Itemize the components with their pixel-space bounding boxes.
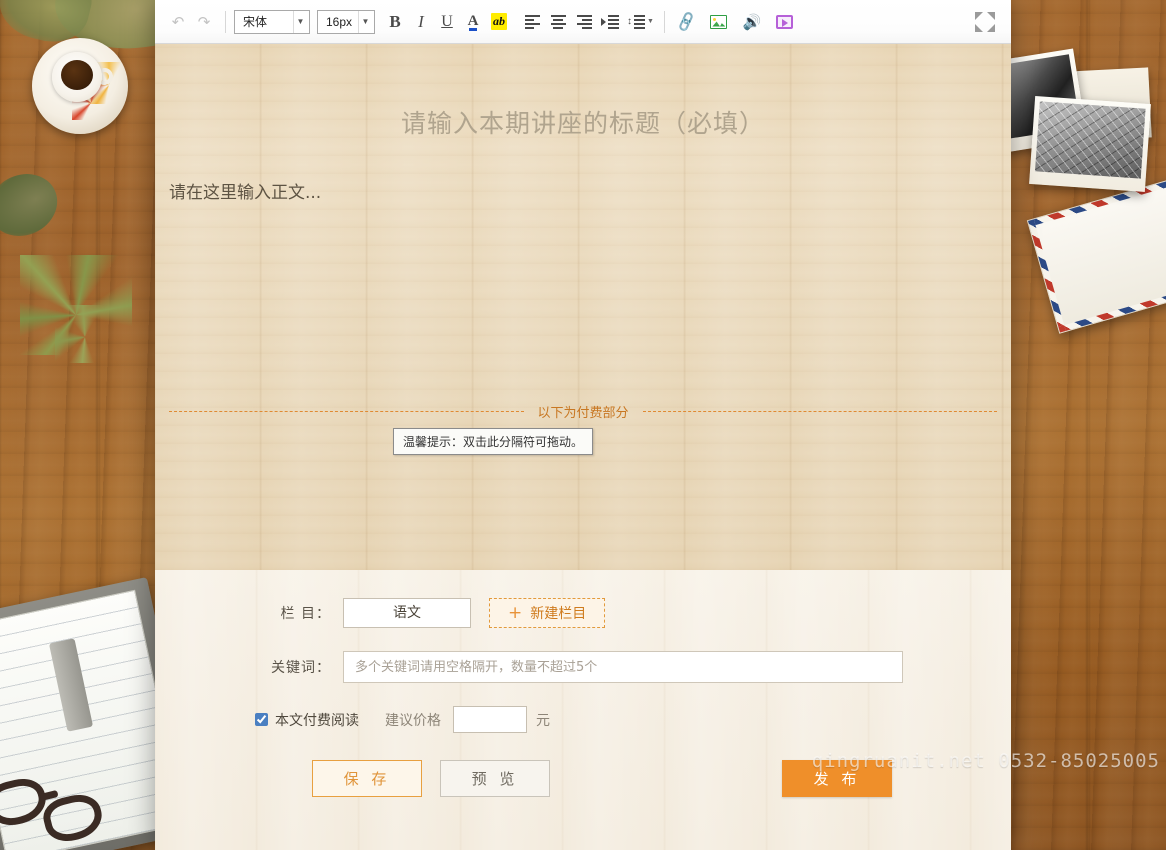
line-height-chevron-down-icon[interactable]: ▼ [647,18,656,25]
coffee-liquid-decoration [61,60,93,90]
maple-leaf-orange-decoration [88,62,130,104]
redo-icon[interactable]: ↷ [191,9,217,35]
align-center-icon [551,15,566,29]
bold-button[interactable]: B [382,9,408,35]
paid-reading-label[interactable]: 本文付费阅读 [275,710,359,730]
font-size-value: 16px [326,15,358,29]
align-right-icon [577,15,592,29]
chevron-down-icon: ▼ [358,11,372,33]
maple-leaf-decoration-small [55,305,115,363]
suggested-price-label: 建议价格 [385,710,441,730]
divider-tooltip: 温馨提示：双击此分隔符可拖动。 [393,428,593,455]
saucer-decoration [32,38,128,134]
toolbar-divider [664,11,665,33]
font-family-value: 宋体 [243,13,293,30]
save-button[interactable]: 保 存 [312,760,422,797]
paid-content-divider[interactable]: 以下为付费部分 [169,402,997,421]
column-row: 栏 目： 语文 + 新建栏目 [155,598,1011,628]
leaf-decoration-left [0,163,67,247]
desk-background: ↶ ↷ 宋体 ▼ 16px ▼ B I U A [0,0,1166,850]
divider-dash-right [643,411,998,412]
publish-button[interactable]: 发 布 [782,760,892,797]
highlight-button[interactable]: ab [486,9,512,35]
align-left-button[interactable] [519,9,545,35]
paid-reading-row: 本文付费阅读 建议价格 元 [155,706,1011,733]
new-column-label: 新建栏目 [530,603,586,623]
keywords-input[interactable] [343,651,903,683]
price-input[interactable] [453,706,527,733]
publish-form-panel: 栏 目： 语文 + 新建栏目 关键词： 本文付费阅读 建议价格 元 保 存 [155,570,1011,850]
fullscreen-icon[interactable] [973,10,997,34]
text-color-icon: A [468,15,479,28]
keywords-label: 关键词： [255,657,343,677]
align-right-button[interactable] [571,9,597,35]
align-center-button[interactable] [545,9,571,35]
chevron-down-icon: ▼ [293,11,307,33]
paid-reading-checkbox[interactable] [255,713,268,726]
blank-photo-decoration [1048,67,1152,142]
action-button-row: 保 存 预 览 发 布 [155,760,1011,797]
glasses-decoration-left [0,774,50,831]
insert-audio-button[interactable]: 🔊 [739,9,765,35]
photo-decoration-aerial [1029,96,1151,192]
editor-toolbar: ↶ ↷ 宋体 ▼ 16px ▼ B I U A [155,0,1011,44]
align-left-icon [525,15,540,29]
keywords-row: 关键词： [155,651,1011,683]
column-label: 栏 目： [255,603,343,623]
italic-button[interactable]: I [408,9,434,35]
envelope-decoration [1027,176,1166,334]
photo-image [1035,101,1146,178]
body-input-placeholder[interactable]: 请在这里输入正文... [155,178,1011,203]
paid-divider-label: 以下为付费部分 [524,402,643,421]
maple-leaf-red-decoration [72,82,110,120]
underline-icon: U [441,13,453,31]
font-family-select[interactable]: 宋体 ▼ [234,10,310,34]
line-height-button[interactable]: ↕ [623,9,649,35]
video-icon [776,15,793,29]
cup-handle-decoration [94,66,115,87]
insert-image-button[interactable] [706,9,732,35]
divider-dash-left [169,411,524,412]
image-icon [710,15,727,29]
notepad-clip-decoration [49,638,93,731]
audio-icon: 🔊 [743,13,762,31]
bold-icon: B [389,12,400,32]
highlight-icon: ab [491,13,507,30]
leaf-decoration-secondary [0,0,97,50]
link-icon: 🔗 [674,10,698,33]
maple-leaf-decoration [20,255,132,355]
column-select[interactable]: 语文 [343,598,471,628]
link-button[interactable]: 🔗 [673,9,699,35]
text-color-button[interactable]: A [460,9,486,35]
toolbar-divider [225,11,226,33]
font-size-select[interactable]: 16px ▼ [317,10,375,34]
title-input-placeholder[interactable]: 请输入本期讲座的标题（必填） [155,44,1011,140]
indent-button[interactable] [597,9,623,35]
underline-button[interactable]: U [434,9,460,35]
plus-icon: + [508,605,522,622]
new-column-button[interactable]: + 新建栏目 [489,598,605,628]
editor-window: ↶ ↷ 宋体 ▼ 16px ▼ B I U A [155,0,1011,850]
editor-content-area[interactable]: 请输入本期讲座的标题（必填） 请在这里输入正文... 以下为付费部分 温馨提示：… [155,44,1011,570]
line-height-icon: ↕ [627,15,645,29]
italic-icon: I [418,12,424,32]
insert-video-button[interactable] [772,9,798,35]
glasses-decoration-right [40,790,107,847]
glasses-bridge-decoration [39,790,58,801]
undo-icon[interactable]: ↶ [165,9,191,35]
price-unit-label: 元 [536,710,550,730]
indent-icon [601,15,619,29]
preview-button[interactable]: 预 览 [440,760,550,797]
coffee-cup-decoration [52,52,102,102]
